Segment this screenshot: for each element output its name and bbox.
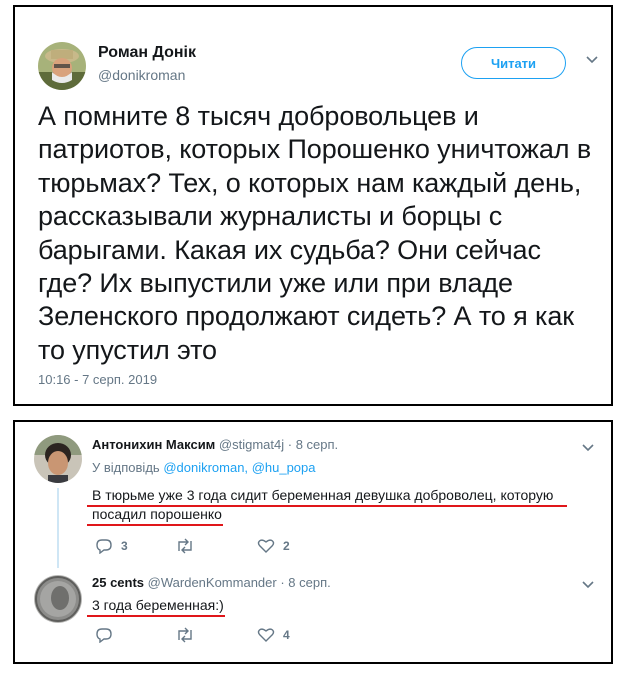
- underline: [87, 524, 223, 526]
- reply-author-name[interactable]: Антонихин Максим: [92, 437, 215, 452]
- reply-action[interactable]: 3: [95, 538, 128, 554]
- reply-header: Антонихин Максим @stigmat4j · 8 серп.: [92, 437, 338, 452]
- reply-to-label: У відповідь: [92, 460, 160, 475]
- like-action[interactable]: 4: [257, 627, 290, 643]
- author-handle[interactable]: @donikroman: [98, 67, 185, 83]
- reply-icon: [96, 628, 112, 643]
- tweet-card: Роман Донік @donikroman Читати А помните…: [13, 5, 613, 406]
- tweet-text: А помните 8 тысяч добровольцев и патриот…: [38, 101, 592, 365]
- reply-author-handle[interactable]: @WardenKommander: [148, 575, 277, 590]
- reply-date[interactable]: · 8 серп.: [288, 437, 338, 452]
- replies-card: Антонихин Максим @stigmat4j · 8 серп. У …: [13, 420, 613, 664]
- follow-button[interactable]: Читати: [461, 47, 566, 79]
- like-count: 4: [283, 628, 290, 642]
- retweet-icon: [178, 627, 192, 643]
- reply-date[interactable]: · 8 серп.: [280, 575, 330, 590]
- retweet-action[interactable]: [175, 538, 203, 554]
- chevron-down-icon[interactable]: [581, 440, 595, 456]
- heart-icon: [257, 539, 275, 553]
- like-action[interactable]: 2: [257, 538, 290, 554]
- chevron-down-icon[interactable]: [585, 52, 599, 68]
- underline: [87, 615, 225, 617]
- reply-author-name[interactable]: 25 cents: [92, 575, 144, 590]
- reply-to-link-2[interactable]: @hu_popa: [252, 460, 316, 475]
- retweet-icon: [178, 538, 192, 554]
- heart-icon: [257, 628, 275, 642]
- reply-text-line-1: 3 года беременная:): [92, 597, 224, 613]
- reply-action[interactable]: [95, 627, 121, 643]
- author-avatar[interactable]: [38, 42, 86, 90]
- thread-line: [57, 488, 59, 568]
- author-name[interactable]: Роман Донік: [98, 44, 196, 62]
- reply-icon: [96, 539, 112, 554]
- reply-to-line: У відповідь @donikroman, @hu_popa: [92, 460, 316, 475]
- reply-text-line-1: В тюрьме уже 3 года сидит беременная дев…: [92, 487, 554, 503]
- chevron-down-icon[interactable]: [581, 577, 595, 593]
- reply-avatar[interactable]: [34, 435, 82, 483]
- reply-to-link-1[interactable]: @donikroman,: [163, 460, 248, 475]
- reply-avatar[interactable]: [34, 575, 82, 623]
- reply-count: 3: [121, 539, 128, 553]
- like-count: 2: [283, 539, 290, 553]
- tweet-timestamp[interactable]: 10:16 - 7 серп. 2019: [38, 372, 157, 387]
- reply-author-handle[interactable]: @stigmat4j: [219, 437, 284, 452]
- reply-text-line-2: посадил порошенко: [92, 506, 222, 522]
- retweet-action[interactable]: [175, 627, 203, 643]
- reply-header: 25 cents @WardenKommander · 8 серп.: [92, 575, 331, 590]
